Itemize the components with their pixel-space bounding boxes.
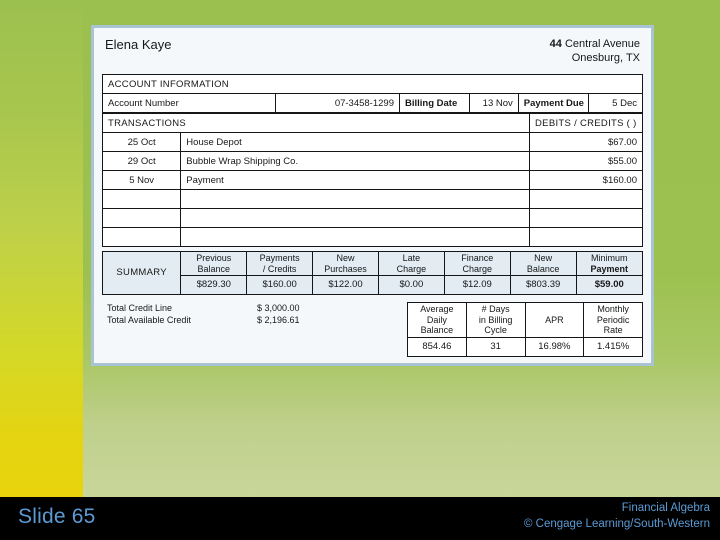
summary-value-late-charge: $0.00 (377, 275, 445, 295)
customer-address: 44 Central Avenue Onesburg, TX (550, 37, 640, 65)
copyright-block: Financial Algebra © Cengage Learning/Sou… (524, 500, 710, 532)
summary-table: SUMMARY Previous Balance Payments / Credit… (101, 251, 644, 295)
summary-col-finance-charge: Finance Charge (443, 251, 511, 276)
summary-col-late-charge: Late Charge (377, 251, 445, 276)
account-information-header: ACCOUNT INFORMATION (102, 74, 643, 94)
summary-col-minimum-payment: Minimum Payment (575, 251, 644, 276)
total-available-credit-label: Total Available Credit (107, 315, 191, 325)
summary-value-finance-charge: $12.09 (443, 275, 511, 295)
transaction-date (101, 189, 182, 209)
credit-totals-labels: Total Credit Line Total Available Credit (107, 302, 257, 326)
rates-value-monthly-periodic-rate: 1.415% (583, 337, 643, 357)
transaction-amount (528, 189, 644, 209)
transaction-date: 29 Oct (101, 151, 182, 171)
transaction-description (180, 208, 530, 228)
payment-due-label: Payment Due (517, 93, 589, 113)
summary-col-previous-balance: Previous Balance (180, 251, 248, 276)
rates-col-monthly-periodic-rate: Monthly Periodic Rate (583, 302, 643, 338)
left-gradient-band (0, 0, 83, 497)
account-number-value: 07-3458-1299 (274, 93, 400, 113)
summary-value-new-balance: $803.39 (509, 275, 577, 295)
summary-col-new-purchases: New Purchases (312, 251, 379, 276)
table-row (101, 208, 644, 228)
address-street: Central Avenue (564, 38, 640, 50)
transaction-date: 25 Oct (101, 132, 182, 152)
transaction-description: House Depot (180, 132, 530, 152)
billing-date-value: 13 Nov (469, 93, 519, 113)
debits-credits-header: DEBITS / CREDITS ( ) (528, 113, 644, 133)
table-row (101, 227, 644, 247)
transactions-header: TRANSACTIONS (102, 113, 530, 133)
account-number-label: Account Number (102, 93, 276, 113)
transaction-amount (528, 208, 644, 228)
transactions-header-row: TRANSACTIONS DEBITS / CREDITS ( ) (102, 113, 644, 133)
summary-value-minimum-payment: $59.00 (575, 275, 644, 295)
total-credit-line-label: Total Credit Line (107, 303, 173, 313)
transaction-date (101, 227, 182, 247)
copyright-notice: © Cengage Learning/South-Western (524, 518, 710, 530)
transaction-date: 5 Nov (101, 170, 182, 190)
slide-canvas: Elena Kaye 44 Central Avenue Onesburg, T… (0, 0, 720, 540)
table-row (101, 189, 644, 209)
transaction-description (180, 227, 530, 247)
transaction-description: Payment (180, 170, 530, 190)
total-credit-line-value: $ 3,000.00 (257, 303, 300, 313)
payment-due-value: 5 Dec (587, 93, 644, 113)
credit-totals: Total Credit Line Total Available Credit… (102, 302, 407, 326)
rates-value-average-daily-balance: 854.46 (407, 337, 467, 357)
transaction-amount: $67.00 (528, 132, 644, 152)
slide-number: Slide 65 (18, 505, 96, 528)
address-city-state: Onesburg, TX (571, 52, 640, 64)
transaction-amount (528, 227, 644, 247)
transaction-amount: $160.00 (528, 170, 644, 190)
credit-card-statement: Elena Kaye 44 Central Avenue Onesburg, T… (91, 25, 654, 366)
address-street-line: 44 Central Avenue (550, 37, 640, 51)
credit-totals-values: $ 3,000.00 $ 2,196.61 (257, 302, 367, 326)
account-information-table: ACCOUNT INFORMATION Account Number 07-34… (102, 74, 644, 113)
transaction-amount: $55.00 (528, 151, 644, 171)
total-available-credit-value: $ 2,196.61 (257, 315, 300, 325)
summary-label: SUMMARY (101, 251, 182, 295)
transaction-description: Bubble Wrap Shipping Co. (180, 151, 530, 171)
book-title: Financial Algebra (621, 502, 710, 514)
rates-value-apr: 16.98% (524, 337, 585, 357)
rates-value-row: 854.46 31 16.98% 1.415% (407, 337, 643, 357)
billing-date-label: Billing Date (398, 93, 471, 113)
summary-value-payments-credits: $160.00 (246, 275, 314, 295)
summary-col-new-balance: New Balance (509, 251, 577, 276)
rates-col-days-in-billing-cycle: # Days in Billing Cycle (465, 302, 526, 338)
slide-footer: Slide 65 Financial Algebra © Cengage Lea… (0, 497, 720, 540)
table-row: 5 Nov Payment $160.00 (101, 170, 644, 190)
transaction-date (101, 208, 182, 228)
table-row: 25 Oct House Depot $67.00 (101, 132, 644, 152)
customer-name: Elena Kaye (105, 37, 172, 52)
rates-header-row: Average Daily Balance # Days in Billing Cycl… (407, 302, 643, 338)
summary-value-new-purchases: $122.00 (312, 275, 379, 295)
table-row: 29 Oct Bubble Wrap Shipping Co. $55.00 (101, 151, 644, 171)
statement-header: Elena Kaye 44 Central Avenue Onesburg, T… (102, 35, 643, 65)
address-number: 44 (549, 38, 562, 50)
rates-table: Average Daily Balance # Days in Billing Cycl… (407, 302, 643, 357)
transactions-table: TRANSACTIONS DEBITS / CREDITS ( ) 25 Oct… (101, 113, 644, 247)
rates-col-average-daily-balance: Average Daily Balance (407, 302, 467, 338)
summary-header-row: SUMMARY Previous Balance Payments / Credit… (101, 251, 644, 295)
account-information-row: Account Number 07-3458-1299 Billing Date… (102, 93, 644, 113)
rates-col-apr: APR (524, 302, 585, 338)
summary-value-row: $829.30 $160.00 $122.00 $0.00 $12.09 $80… (103, 275, 644, 295)
credit-and-rates-section: Total Credit Line Total Available Credit… (102, 302, 643, 357)
summary-col-payments-credits: Payments / Credits (246, 251, 314, 276)
account-information-header-row: ACCOUNT INFORMATION (102, 74, 643, 94)
summary-value-previous-balance: $829.30 (180, 275, 248, 295)
transaction-description (180, 189, 530, 209)
rates-value-days-in-billing-cycle: 31 (465, 337, 526, 357)
